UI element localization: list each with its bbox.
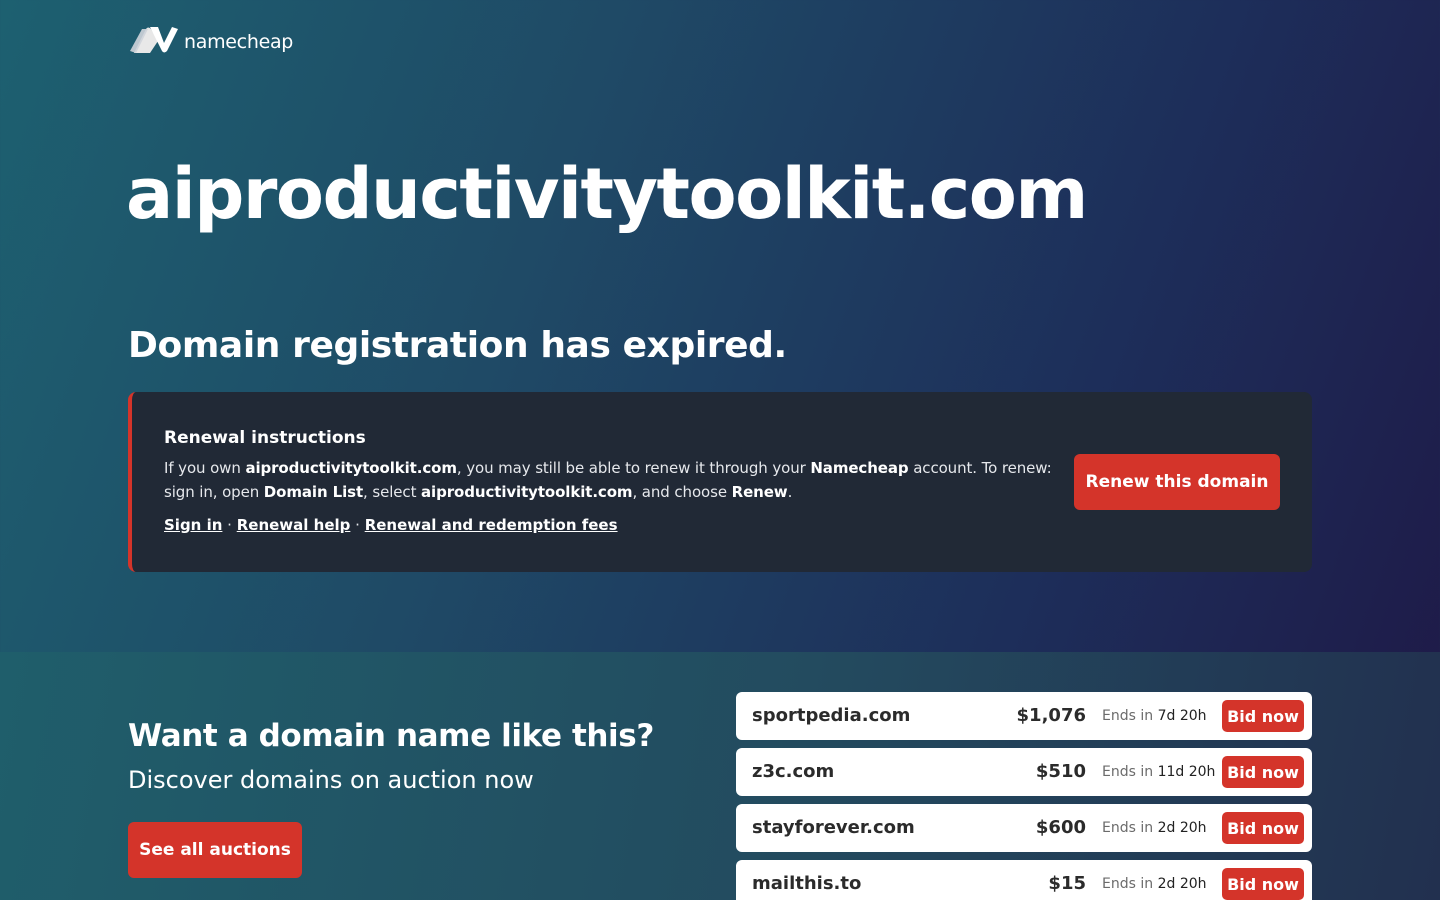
auction-row[interactable]: mailthis.to $15 Ends in 2d 20h Bid now bbox=[736, 860, 1312, 900]
domain-title: aiproductivitytoolkit.com bbox=[126, 153, 1088, 235]
auction-price: $600 bbox=[1035, 817, 1086, 838]
auction-row[interactable]: sportpedia.com $1,076 Ends in 7d 20h Bid… bbox=[736, 692, 1312, 740]
ends-value: 2d 20h bbox=[1157, 876, 1207, 892]
instruction-text: , and choose bbox=[632, 483, 732, 501]
instruction-emphasis: Renew bbox=[731, 483, 788, 501]
instruction-emphasis: aiproductivitytoolkit.com bbox=[245, 459, 457, 477]
auction-ends: Ends in 11d 20h bbox=[1102, 748, 1215, 796]
link-separator: · bbox=[222, 516, 237, 534]
instruction-text: , select bbox=[363, 483, 422, 501]
bid-now-button[interactable]: Bid now bbox=[1222, 700, 1304, 732]
auction-price: $15 bbox=[1048, 873, 1086, 894]
auction-row[interactable]: stayforever.com $600 Ends in 2d 20h Bid … bbox=[736, 804, 1312, 852]
expired-heading: Domain registration has expired. bbox=[128, 325, 787, 366]
ends-label: Ends in bbox=[1102, 708, 1154, 724]
renewal-instructions-text: If you own aiproductivitytoolkit.com, yo… bbox=[164, 456, 1064, 504]
promo-subheading: Discover domains on auction now bbox=[128, 766, 534, 794]
auction-domain-name[interactable]: z3c.com bbox=[752, 748, 834, 796]
logo-text: namecheap bbox=[184, 31, 294, 53]
namecheap-n-icon bbox=[130, 27, 178, 53]
see-all-auctions-button[interactable]: See all auctions bbox=[128, 822, 302, 878]
auction-domain-name[interactable]: sportpedia.com bbox=[752, 692, 910, 740]
auction-ends: Ends in 2d 20h bbox=[1102, 804, 1207, 852]
promo-heading: Want a domain name like this? bbox=[128, 718, 654, 754]
link-separator: · bbox=[350, 516, 365, 534]
ends-value: 11d 20h bbox=[1157, 764, 1216, 780]
renewal-help-link[interactable]: Renewal help bbox=[237, 516, 351, 534]
instruction-emphasis: aiproductivitytoolkit.com bbox=[421, 483, 633, 501]
auction-list: sportpedia.com $1,076 Ends in 7d 20h Bid… bbox=[736, 692, 1312, 900]
namecheap-logo[interactable]: namecheap bbox=[128, 24, 293, 56]
bid-now-button[interactable]: Bid now bbox=[1222, 868, 1304, 900]
auction-row[interactable]: z3c.com $510 Ends in 11d 20h Bid now bbox=[736, 748, 1312, 796]
auction-price: $510 bbox=[1035, 761, 1086, 782]
sign-in-link[interactable]: Sign in bbox=[164, 516, 222, 534]
renewal-links: Sign in · Renewal help · Renewal and red… bbox=[164, 516, 618, 534]
instruction-text: . bbox=[787, 483, 793, 501]
instruction-text: If you own bbox=[164, 459, 246, 477]
instruction-text: , you may still be able to renew it thro… bbox=[456, 459, 811, 477]
renewal-title: Renewal instructions bbox=[164, 428, 366, 448]
renewal-card: Renewal instructions If you own aiproduc… bbox=[128, 392, 1312, 572]
bid-now-button[interactable]: Bid now bbox=[1222, 812, 1304, 844]
ends-label: Ends in bbox=[1102, 876, 1154, 892]
instruction-emphasis: Domain List bbox=[263, 483, 364, 501]
instruction-emphasis: Namecheap bbox=[810, 459, 909, 477]
auction-ends: Ends in 7d 20h bbox=[1102, 692, 1207, 740]
bid-now-button[interactable]: Bid now bbox=[1222, 756, 1304, 788]
renew-domain-button[interactable]: Renew this domain bbox=[1074, 454, 1280, 510]
renewal-fees-link[interactable]: Renewal and redemption fees bbox=[365, 516, 618, 534]
auction-domain-name[interactable]: stayforever.com bbox=[752, 804, 915, 852]
ends-value: 2d 20h bbox=[1157, 820, 1207, 836]
auction-ends: Ends in 2d 20h bbox=[1102, 860, 1207, 900]
auction-price: $1,076 bbox=[1016, 705, 1086, 726]
ends-value: 7d 20h bbox=[1157, 708, 1207, 724]
ends-label: Ends in bbox=[1102, 764, 1154, 780]
ends-label: Ends in bbox=[1102, 820, 1154, 836]
auction-domain-name[interactable]: mailthis.to bbox=[752, 860, 861, 900]
